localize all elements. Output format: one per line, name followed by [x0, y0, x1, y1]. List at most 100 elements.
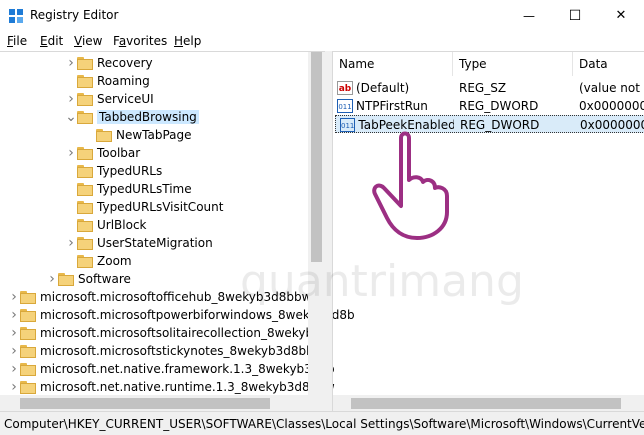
tree-node[interactable]: Roaming — [65, 72, 150, 90]
folder-icon — [96, 128, 112, 142]
value-row[interactable]: ab (Default) REG_SZ (value not s — [333, 79, 644, 97]
value-row[interactable]: 011NTPFirstRun REG_DWORD 0x00000001 — [333, 97, 644, 115]
menu-help[interactable]: Help — [174, 34, 201, 48]
value-name-cell: ab (Default) — [337, 79, 451, 97]
chevron-right-icon[interactable]: › — [46, 270, 58, 288]
column-header-name[interactable]: Name — [333, 52, 453, 76]
chevron-right-icon[interactable]: › — [8, 360, 20, 378]
tree-vertical-scroll-thumb[interactable] — [311, 52, 322, 262]
menu-view[interactable]: View — [74, 34, 102, 48]
pane-splitter[interactable] — [325, 51, 332, 411]
tree-node[interactable]: TypedURLsVisitCount — [65, 198, 223, 216]
values-horizontal-scrollbar[interactable] — [333, 395, 644, 412]
tree-node-label: microsoft.microsoftstickynotes_8wekyb3d8… — [40, 344, 331, 358]
tree-node-label: microsoft.net.native.framework.1.3_8weky… — [40, 362, 335, 376]
tree-node-label: Recovery — [97, 56, 153, 70]
chevron-right-icon[interactable]: › — [8, 306, 20, 324]
tree-node-label: Toolbar — [97, 146, 141, 160]
folder-icon — [77, 200, 93, 214]
watermark-logo: quantrimang — [240, 256, 524, 307]
tree-horizontal-scroll-thumb[interactable] — [20, 398, 270, 409]
folder-icon — [20, 362, 36, 376]
tree-node[interactable]: UrlBlock — [65, 216, 147, 234]
tree-node-label: Zoom — [97, 254, 132, 268]
tree-node[interactable]: TypedURLs — [65, 162, 162, 180]
tree-node-label: ServiceUI — [97, 92, 154, 106]
chevron-right-icon[interactable]: › — [65, 54, 77, 72]
folder-icon — [77, 92, 93, 106]
folder-icon — [77, 146, 93, 160]
tree-node[interactable]: › microsoft.net.native.runtime.1.3_8wekyb… — [8, 378, 335, 396]
chevron-right-icon[interactable]: › — [8, 378, 20, 396]
value-list-pane[interactable]: Name Type Data ab (Default) REG_SZ (value n… — [332, 51, 644, 412]
dword-value-icon: 011 — [337, 99, 353, 113]
value-data: 0x00000000 — [580, 118, 644, 132]
tree-node-label: microsoft.microsoftsolitairecollection_8… — [40, 326, 329, 340]
folder-icon — [77, 182, 93, 196]
dword-value-icon: 011 — [340, 118, 356, 132]
maximize-button[interactable]: ☐ — [552, 0, 598, 31]
title-bar: Registry Editor — ☐ ✕ — [0, 0, 644, 31]
window-title: Registry Editor — [30, 8, 119, 22]
folder-icon — [77, 236, 93, 250]
tree-node[interactable]: › Recovery — [65, 54, 153, 72]
value-name: (Default) — [356, 81, 410, 95]
minimize-button[interactable]: — — [506, 0, 552, 31]
tree-node-label: TypedURLsVisitCount — [97, 200, 224, 214]
folder-icon — [77, 218, 93, 232]
tree-node-label: TabbedBrowsing — [97, 110, 199, 124]
tree-node-label: microsoft.net.native.runtime.1.3_8wekyb3… — [40, 380, 335, 394]
values-horizontal-scroll-thumb[interactable] — [351, 398, 621, 409]
key-tree-pane[interactable]: › Recovery Roaming › ServiceUI ⌄ TabbedBrowsin… — [0, 51, 355, 412]
close-button[interactable]: ✕ — [598, 0, 644, 31]
chevron-right-icon[interactable]: › — [8, 288, 20, 306]
column-header-type[interactable]: Type — [453, 52, 573, 76]
tree-horizontal-scrollbar[interactable] — [0, 395, 325, 412]
chevron-right-icon[interactable]: › — [65, 144, 77, 162]
tree-node-label: UrlBlock — [97, 218, 147, 232]
folder-icon — [77, 56, 93, 70]
tree-node[interactable]: › ServiceUI — [65, 90, 154, 108]
menu-edit[interactable]: Edit — [40, 34, 63, 48]
folder-icon — [58, 272, 74, 286]
tree-node[interactable]: NewTabPage — [84, 126, 192, 144]
menu-bar: File Edit View Favorites Help — [0, 31, 644, 51]
tree-node[interactable]: Zoom — [65, 252, 132, 270]
folder-icon — [20, 290, 36, 304]
chevron-right-icon[interactable]: › — [65, 234, 77, 252]
tree-node-label: NewTabPage — [116, 128, 192, 142]
tree-node[interactable]: › microsoft.microsoftstickynotes_8wekyb3d… — [8, 342, 331, 360]
chevron-right-icon[interactable]: › — [8, 324, 20, 342]
column-header-data[interactable]: Data — [573, 52, 644, 76]
chevron-right-icon[interactable]: › — [8, 342, 20, 360]
folder-icon — [77, 254, 93, 268]
menu-favorites[interactable]: Favorites — [113, 34, 167, 48]
tree-node[interactable]: ⌄ TabbedBrowsing — [65, 108, 199, 126]
chevron-right-icon[interactable]: › — [65, 90, 77, 108]
tree-node[interactable]: › Software — [46, 270, 131, 288]
menu-file[interactable]: File — [7, 34, 27, 48]
tree-node[interactable]: › Toolbar — [65, 144, 140, 162]
tree-node-label: Software — [78, 272, 131, 286]
tree-node[interactable]: › microsoft.microsoftsolitairecollection_… — [8, 324, 328, 342]
tree-node-label: Roaming — [97, 74, 150, 88]
value-data: 0x00000001 — [579, 99, 644, 113]
tree-node[interactable]: › microsoft.net.native.framework.1.3_8wek… — [8, 360, 335, 378]
folder-icon — [20, 326, 36, 340]
tree-node-label: TypedURLsTime — [97, 182, 192, 196]
tree-node[interactable]: TypedURLsTime — [65, 180, 192, 198]
tree-node[interactable]: › microsoft.microsoftpowerbiforwindows_8w… — [8, 306, 354, 324]
tree-node[interactable]: › UserStateMigration — [65, 234, 213, 252]
value-data: (value not s — [579, 81, 644, 95]
folder-icon — [20, 344, 36, 358]
tree-node-label: UserStateMigration — [97, 236, 213, 250]
chevron-down-icon[interactable]: ⌄ — [65, 108, 77, 126]
tree-vertical-scrollbar[interactable] — [308, 52, 325, 395]
folder-icon — [20, 380, 36, 394]
